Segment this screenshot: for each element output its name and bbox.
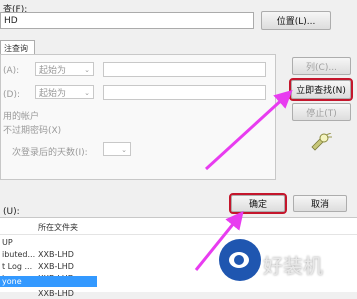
watermark-logo (219, 239, 261, 281)
arrow-annotation (194, 89, 293, 271)
watermark-text: 好装机 (263, 254, 323, 278)
eye-icon (229, 252, 249, 268)
